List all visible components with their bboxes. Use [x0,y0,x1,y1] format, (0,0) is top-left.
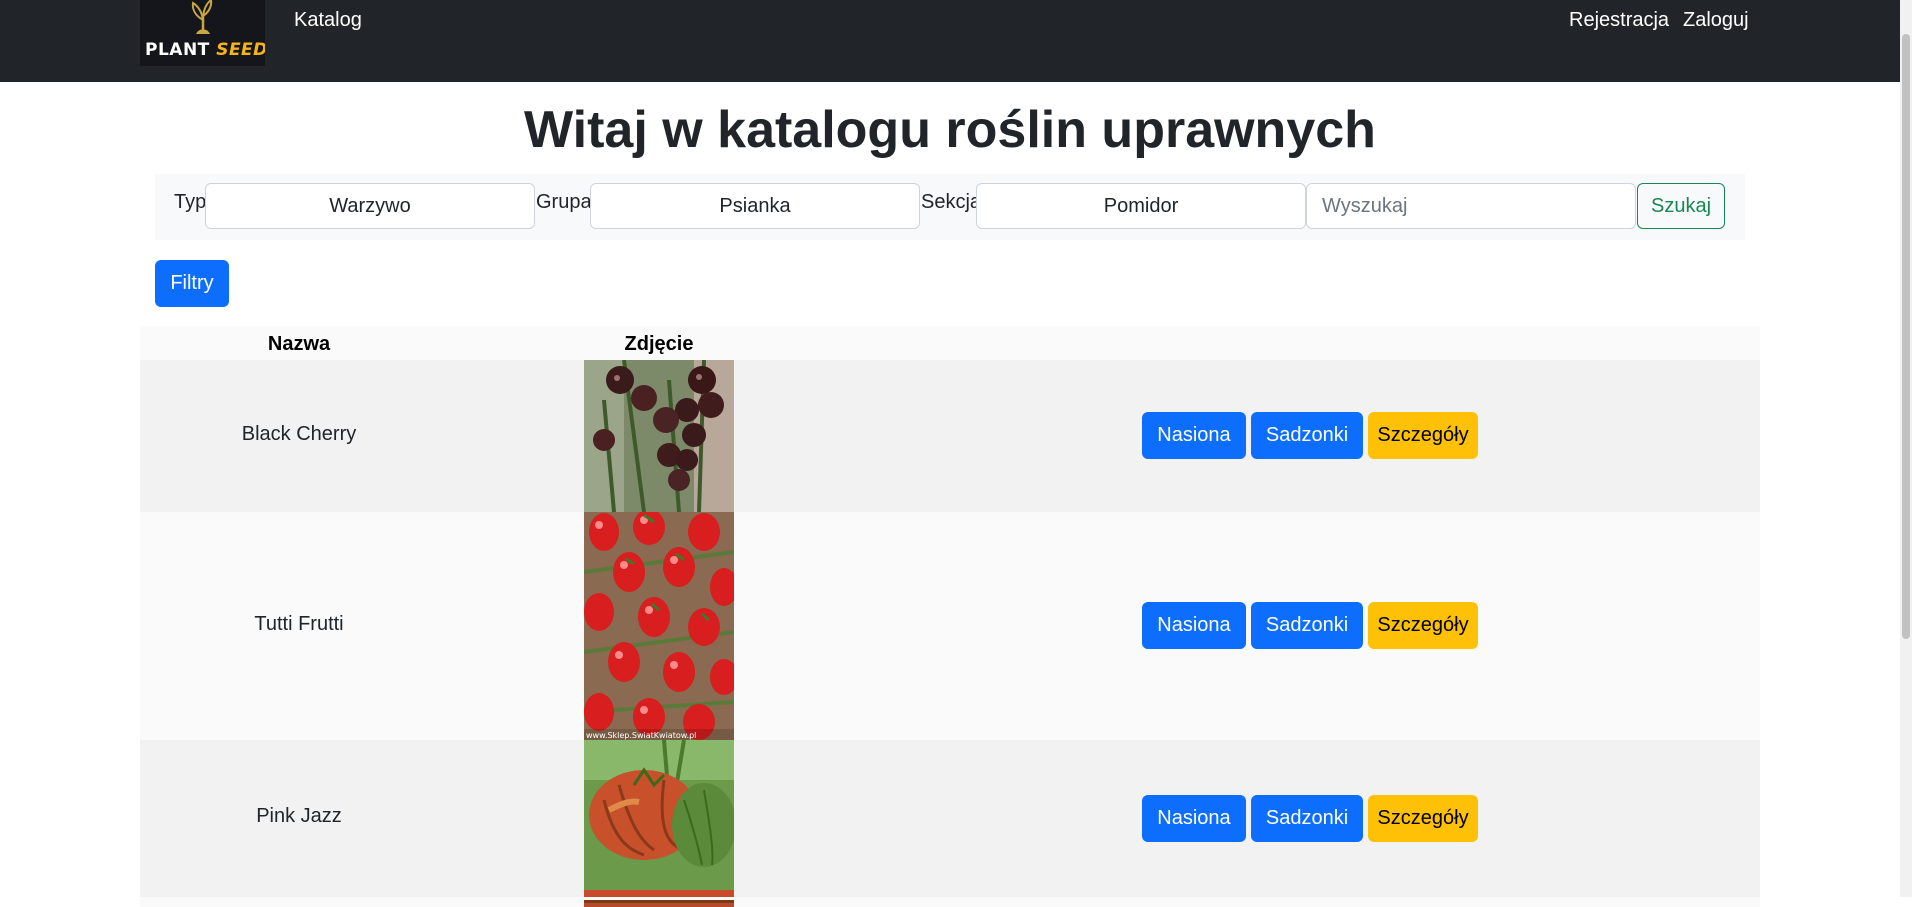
photo-watermark: www.Sklep.SwiatKwiatow.pl [586,731,696,740]
plant-name: Tutti Frutti [254,613,344,635]
navbar: PLANT SEEDER Katalog Rejestracja Zaloguj [0,0,1900,82]
search-button[interactable]: Szukaj [1637,183,1725,229]
filter-bar: Typ Warzywo Grupa Psianka Sekcja Pomidor… [155,174,1745,240]
plant-name: Pink Jazz [256,805,342,827]
details-button[interactable]: Szczegóły [1368,412,1478,459]
tutti-frutti-tomato-image: www.Sklep.SwiatKwiatow.pl [584,512,734,740]
seeds-button[interactable]: Nasiona [1142,795,1246,842]
plant-photo[interactable] [584,897,734,907]
black-cherry-tomato-image [584,360,734,512]
seeds-button[interactable]: Nasiona [1142,602,1246,649]
table-row [140,897,1760,907]
seedlings-button[interactable]: Sadzonki [1251,412,1363,459]
plant-photo[interactable] [584,360,734,512]
plant-name: Black Cherry [241,423,357,445]
type-label: Typ [174,191,207,213]
nav-katalog-link[interactable]: Katalog [294,9,362,32]
search-input[interactable] [1306,183,1636,229]
table-row: Tutti Frutti www.Sklep.SwiatKwiatow.pl N… [140,512,1760,740]
details-button[interactable]: Szczegóły [1368,602,1478,649]
details-button[interactable]: Szczegóły [1368,795,1478,842]
page-scrollbar[interactable] [1900,0,1912,897]
seedlings-button[interactable]: Sadzonki [1251,795,1363,842]
filters-button[interactable]: Filtry [155,260,229,307]
plant-seeder-logo[interactable]: PLANT SEEDER [140,0,265,66]
group-select[interactable]: Psianka [590,183,920,229]
nav-register-link[interactable]: Rejestracja [1569,9,1669,32]
group-label: Grupa [536,191,592,213]
logo-word-seeder: SEEDER [216,40,265,60]
pink-jazz-tomato-image [584,740,734,897]
plant-photo[interactable] [584,740,734,897]
page-title: Witaj w katalogu roślin uprawnych [524,101,1376,159]
nav-login-link[interactable]: Zaloguj [1683,9,1749,32]
type-select[interactable]: Warzywo [205,183,535,229]
table-row: Pink Jazz Nasiona Sadzonki Szczegóły [140,740,1760,897]
column-header-name: Nazwa [267,333,331,355]
section-label: Sekcja [921,191,982,213]
table-row: Black Cherry Nasiona Sadzonki Szczegóły [140,360,1760,512]
table-header: Nazwa Zdjęcie [140,326,1760,360]
plant-photo[interactable]: www.Sklep.SwiatKwiatow.pl [584,512,734,740]
section-select[interactable]: Pomidor [976,183,1306,229]
plant-icon [191,0,213,34]
tomato-image [584,900,734,907]
column-header-photo: Zdjęcie [624,333,694,355]
logo-word-plant: PLANT [145,40,210,60]
seeds-button[interactable]: Nasiona [1142,412,1246,459]
scrollbar-thumb[interactable] [1902,34,1910,639]
seedlings-button[interactable]: Sadzonki [1251,602,1363,649]
